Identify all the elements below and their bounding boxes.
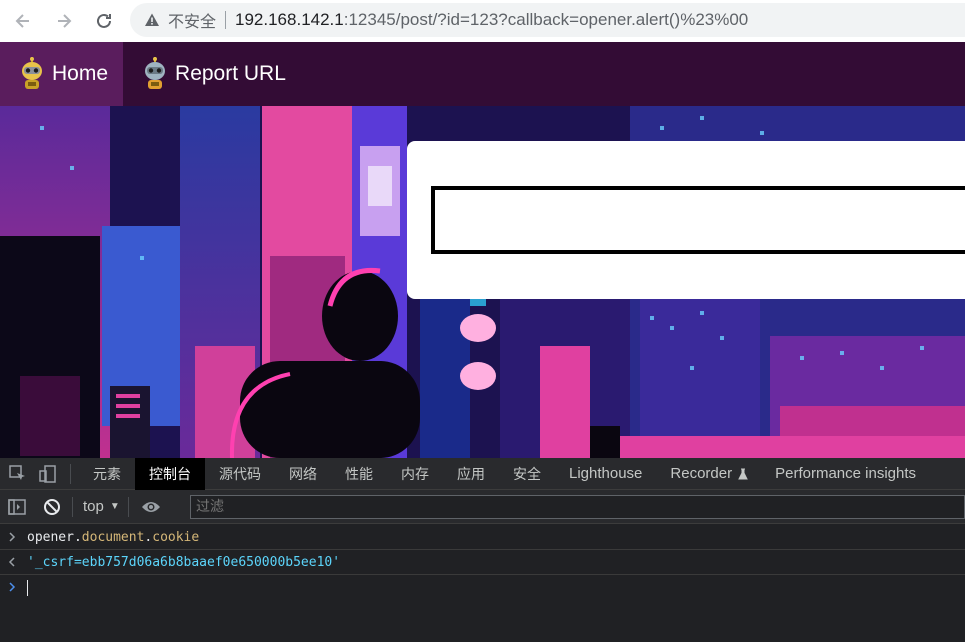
search-input[interactable] [431,186,965,254]
insecure-label: 不安全 [168,12,217,31]
reload-icon [97,13,111,28]
browser-toolbar: 不安全 192.168.142.1:12345/post/?id=123?cal… [0,0,965,42]
tab-elements[interactable]: 元素 [79,458,135,490]
tab-network[interactable]: 网络 [275,458,331,490]
search-card [407,141,965,299]
console-prompt[interactable] [0,575,965,601]
context-label: top [83,498,104,515]
code-dot: . [73,529,82,545]
toolbar-divider [70,463,71,484]
tab-memory[interactable]: 内存 [387,458,443,490]
tab-lighthouse[interactable]: Lighthouse [555,458,656,490]
code-property: cookie [152,529,200,545]
console-result-string: '_csrf=ebb757d06a6b8baaef0e650000b5ee10' [27,554,341,570]
robot-logo-icon [22,57,42,89]
text-cursor [27,580,28,596]
console-panel: opener. document. cookie '_csrf=ebb757d06a… [0,525,965,642]
sidebar-toggle-button[interactable] [5,495,29,519]
nav-report-url-label: Report URL [175,62,286,85]
prompt-chevron-icon [9,582,16,592]
nav-home-label: Home [52,62,109,85]
chevron-right-icon [9,532,16,542]
omnibox-divider [225,11,227,29]
clear-console-button[interactable] [40,495,64,519]
code-dot: . [144,529,153,545]
robot-logo-icon [145,57,166,89]
hero-banner [0,106,965,458]
back-button[interactable] [9,7,37,35]
url-host: 192.168.142.1 [235,10,344,29]
toolbar-divider [127,496,129,517]
devtools-tabbar: 元素 控制台 源代码 网络 性能 内存 应用 安全 Lighthouse Rec… [0,457,965,490]
tab-performance[interactable]: 性能 [331,458,387,490]
context-selector[interactable]: top ▼ [83,498,120,515]
device-toolbar-button[interactable] [36,462,60,486]
live-expression-button[interactable] [139,495,163,519]
console-output-line: '_csrf=ebb757d06a6b8baaef0e650000b5ee10' [0,550,965,575]
arrow-left-icon [15,14,29,28]
url-text: 192.168.142.1:12345/post/?id=123?callbac… [235,10,748,30]
tab-recorder-label: Recorder [670,465,733,482]
tab-recorder[interactable]: Recorder [656,458,753,490]
eye-icon [141,501,160,512]
url-path: :12345/post/?id=123?callback=opener.aler… [343,10,749,29]
toolbar-divider [72,496,73,517]
device-icon [39,464,56,483]
forward-button[interactable] [50,7,78,35]
console-toolbar: top ▼ [0,490,965,524]
sidebar-icon [8,498,26,515]
block-icon [44,498,60,515]
chevron-left-icon [8,557,15,567]
caret-down-icon: ▼ [109,501,120,512]
flask-icon [738,468,748,479]
reload-button[interactable] [90,7,118,35]
tab-performance-insights[interactable]: Performance insights [753,458,930,490]
nav-report-url[interactable]: Report URL [123,42,301,106]
code-property: document [81,529,145,545]
tab-console[interactable]: 控制台 [135,457,205,490]
warning-icon [145,13,159,26]
site-navbar: Home Report URL [0,42,965,106]
code-object: opener [27,529,74,545]
filter-input[interactable] [190,495,965,519]
tab-application[interactable]: 应用 [443,458,499,490]
console-input-line: opener. document. cookie [0,525,965,550]
tab-sources[interactable]: 源代码 [205,458,275,490]
tab-security[interactable]: 安全 [499,458,555,490]
nav-home[interactable]: Home [0,42,124,106]
inspect-element-button[interactable] [6,462,30,486]
arrow-right-icon [58,14,72,28]
address-bar[interactable]: 不安全 192.168.142.1:12345/post/?id=123?cal… [130,3,965,37]
cursor-select-icon [9,464,25,480]
